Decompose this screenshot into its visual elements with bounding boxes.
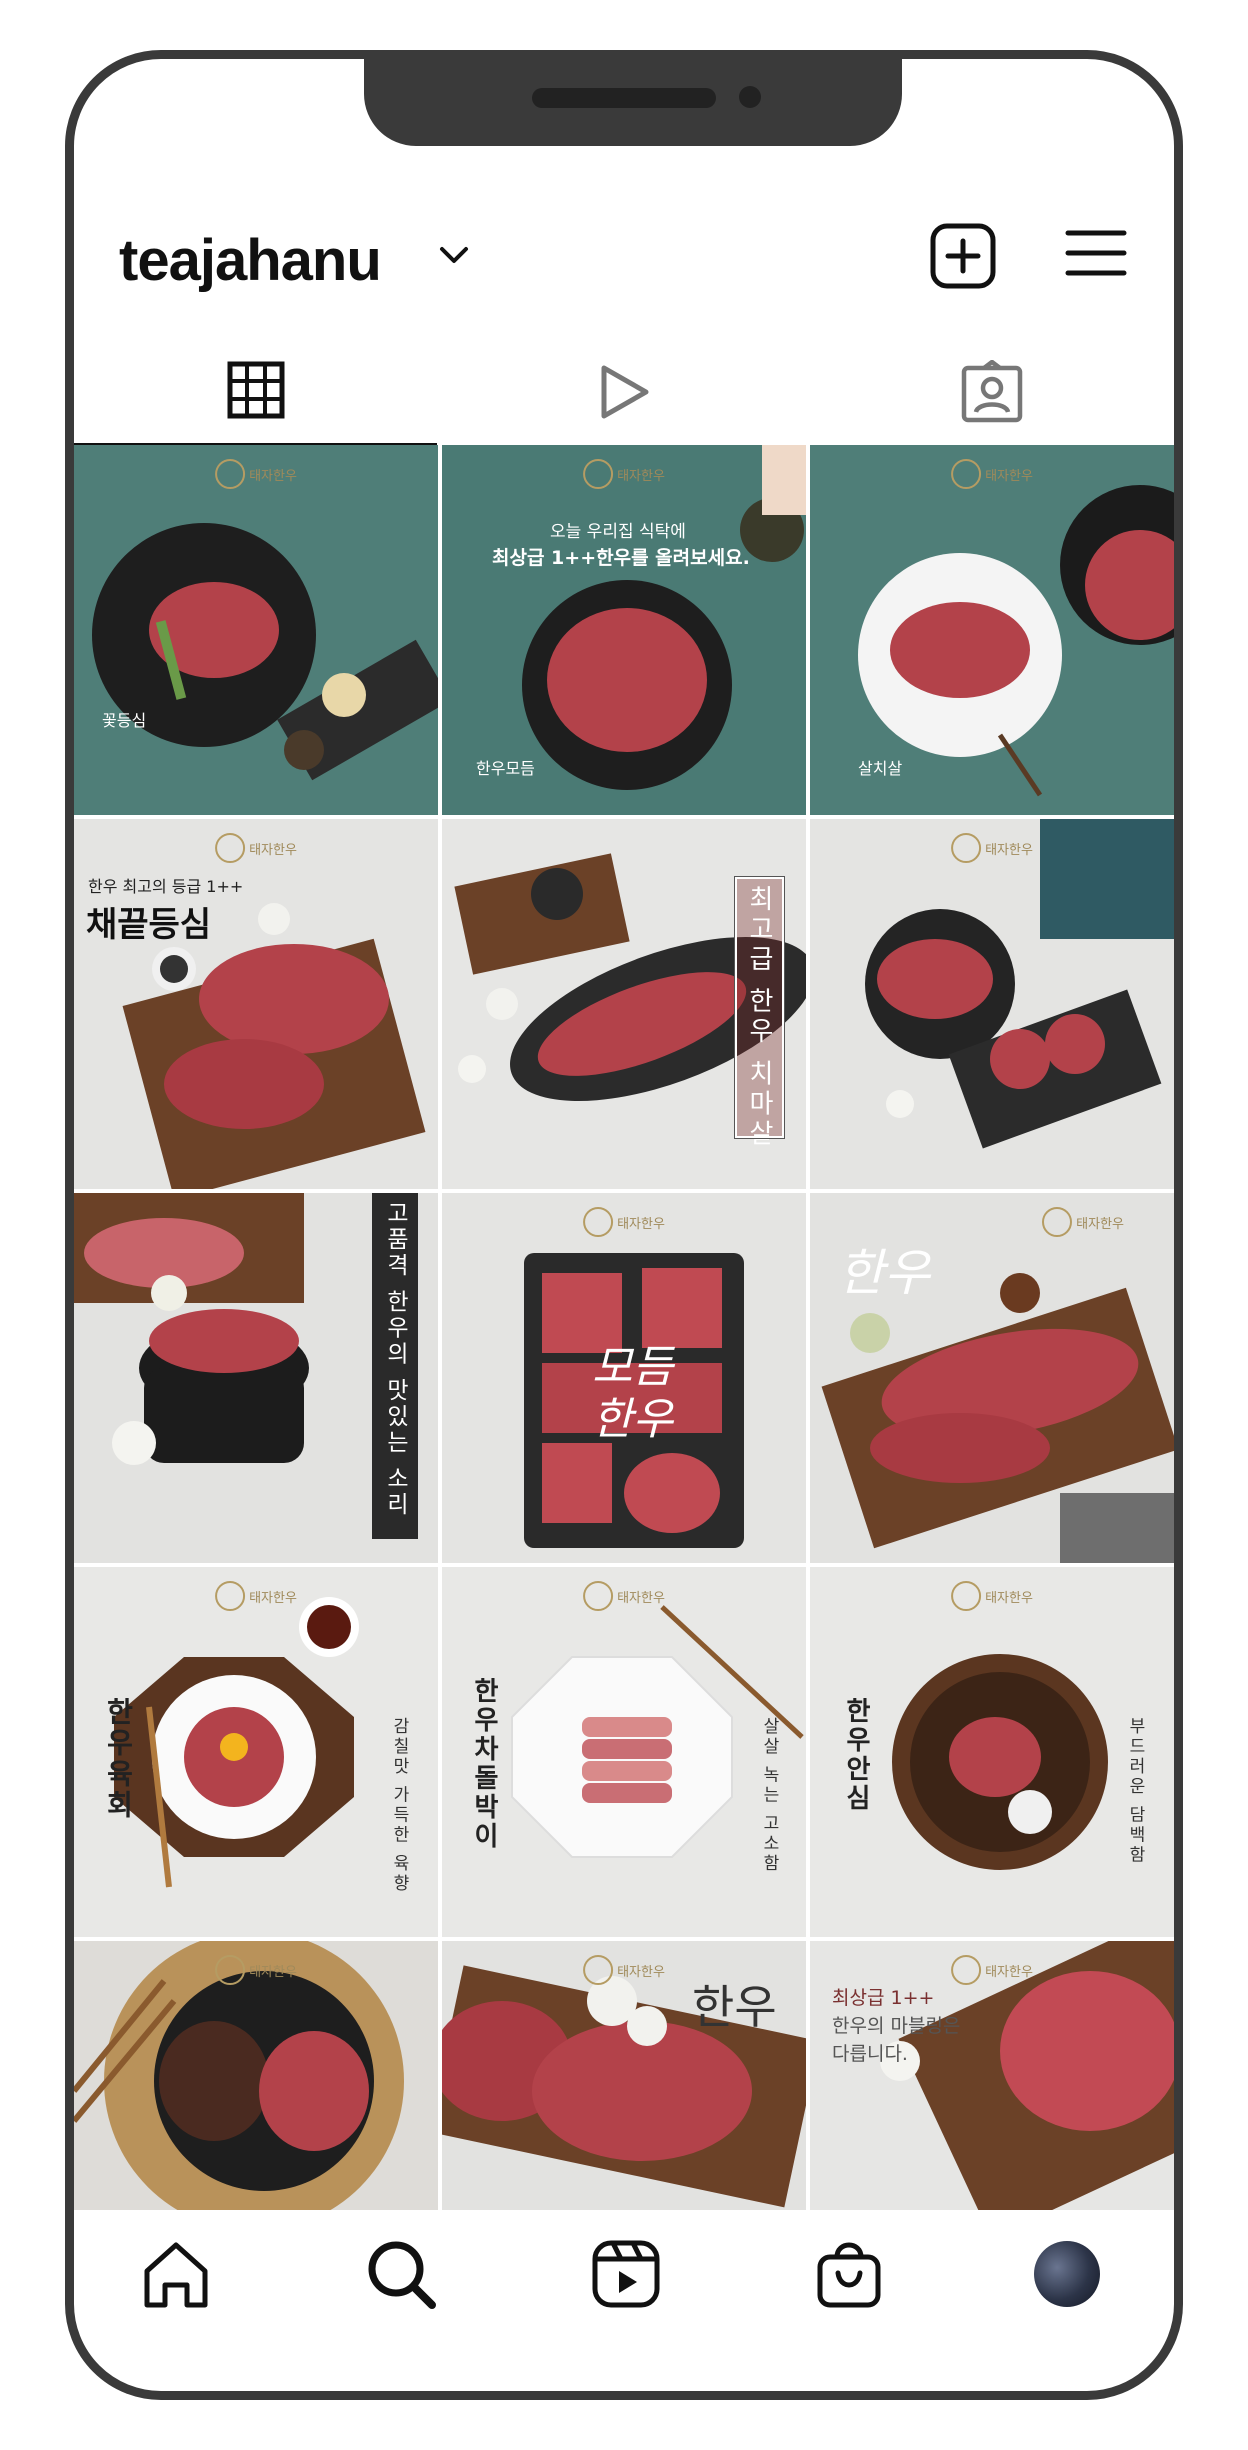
post-vertical-title: 최고급 한우 치마살: [734, 876, 785, 1150]
post-caption: 다릅니다.: [832, 2043, 908, 2065]
post-tile[interactable]: 태자한우 최상급 1++ 한우의 마블링은 다릅니다.: [810, 1941, 1174, 2210]
tab-grid[interactable]: [74, 337, 437, 447]
brand-logo: 태자한우: [215, 833, 297, 863]
grid-icon: [227, 361, 284, 419]
post-overlay-text: 한우: [692, 1980, 777, 2034]
post-vertical-title: 한우육회: [102, 1697, 135, 1821]
tab-reels[interactable]: [442, 337, 805, 447]
post-tile[interactable]: 태자한우 한우안심 부드러운 담백함: [810, 1567, 1174, 1937]
post-tile[interactable]: 태자한우 한우: [810, 1193, 1174, 1563]
post-caption: 오늘 우리집 식탁에: [550, 522, 686, 542]
shop-icon[interactable]: [812, 2237, 886, 2311]
brand-logo: 태자한우: [1042, 1207, 1124, 1237]
post-caption: 한우의 마블링은: [832, 2015, 961, 2037]
post-tile[interactable]: 최고급 한우 치마살: [442, 819, 806, 1189]
post-label: 한우모듬: [476, 759, 535, 778]
profile-tabs: [74, 337, 1174, 447]
post-tile[interactable]: 태자한우 한우육회 감칠맛 가득한 육향: [74, 1567, 438, 1937]
brand-logo: 태자한우: [215, 1581, 297, 1611]
profile-header: teajahanu: [74, 209, 1174, 309]
brand-logo: 태자한우: [951, 1955, 1033, 1985]
tab-tagged[interactable]: [810, 337, 1173, 447]
post-tile[interactable]: 태자한우 한우차돌박이 살살 녹는 고소함: [442, 1567, 806, 1937]
menu-icon[interactable]: [1064, 221, 1128, 285]
post-tile[interactable]: 태자한우 한우 최고의 등급 1++ 채끝등심: [74, 819, 438, 1189]
phone-notch: [364, 59, 902, 146]
front-camera: [739, 86, 761, 108]
post-tile[interactable]: 태자한우 한우: [442, 1941, 806, 2210]
post-tile[interactable]: 태자한우 살치살: [810, 445, 1174, 815]
post-caption: 한우 최고의 등급 1++: [88, 877, 244, 896]
post-vertical-subtitle: 살살 녹는 고소함: [759, 1717, 779, 1874]
post-caption: 최상급 1++한우를 올려보세요.: [492, 547, 750, 569]
search-icon[interactable]: [364, 2237, 438, 2311]
post-tile[interactable]: 태자한우: [74, 1941, 438, 2210]
play-icon: [601, 365, 648, 419]
bottom-nav: [74, 2209, 1174, 2329]
brand-logo: 태자한우: [215, 459, 297, 489]
home-icon[interactable]: [139, 2237, 213, 2311]
brand-logo: 태자한우: [215, 1955, 297, 1985]
brand-logo: 태자한우: [583, 1955, 665, 1985]
post-caption: 최상급 1++: [832, 1987, 935, 2009]
post-vertical-title: 한우안심: [841, 1697, 871, 1813]
post-overlay-text: 한우: [838, 1244, 930, 1302]
speaker-grille: [532, 88, 716, 108]
post-vertical-title: 고품격 한우의 맛있는 소리: [372, 1193, 418, 1539]
tagged-user-icon: [961, 360, 1022, 423]
username[interactable]: teajahanu: [119, 227, 382, 294]
brand-logo: 태자한우: [583, 459, 665, 489]
add-post-icon[interactable]: [928, 221, 998, 291]
post-tile[interactable]: 태자한우 모듬 한우: [442, 1193, 806, 1563]
post-vertical-subtitle: 부드러운 담백함: [1125, 1717, 1145, 1866]
post-vertical-subtitle: 감칠맛 가득한 육향: [389, 1717, 409, 1894]
phone-frame: teajahanu 태자한우 꽃등심 태자한우 오늘 우리집 식탁에 최상급 1…: [65, 50, 1183, 2400]
post-tile[interactable]: 태자한우 오늘 우리집 식탁에 최상급 1++한우를 올려보세요. 한우모듬: [442, 445, 806, 815]
post-label: 살치살: [858, 759, 903, 778]
brand-logo: 태자한우: [583, 1207, 665, 1237]
post-overlay-text: 한우: [592, 1394, 673, 1445]
post-tile[interactable]: 태자한우 꽃등심: [74, 445, 438, 815]
reels-icon[interactable]: [589, 2237, 663, 2311]
brand-logo: 태자한우: [951, 1581, 1033, 1611]
post-tile[interactable]: 태자한우: [810, 819, 1174, 1189]
brand-logo: 태자한우: [951, 459, 1033, 489]
brand-logo: 태자한우: [583, 1581, 665, 1611]
post-title: 채끝등심: [86, 905, 212, 945]
post-tile[interactable]: 고품격 한우의 맛있는 소리: [74, 1193, 438, 1563]
profile-avatar[interactable]: [1034, 2241, 1100, 2307]
post-vertical-title: 한우차돌박이: [469, 1677, 499, 1851]
chevron-down-icon[interactable]: [436, 237, 472, 273]
post-grid: 태자한우 꽃등심 태자한우 오늘 우리집 식탁에 최상급 1++한우를 올려보세…: [74, 445, 1174, 2210]
brand-logo: 태자한우: [951, 833, 1033, 863]
post-label: 꽃등심: [102, 711, 147, 730]
